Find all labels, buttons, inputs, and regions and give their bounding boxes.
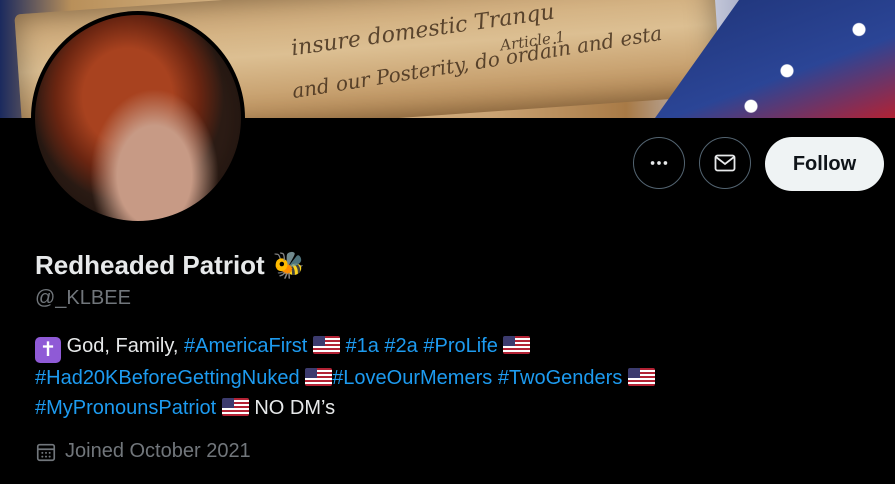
hashtag-link[interactable]: #MyPronounsPatriot [35, 397, 216, 419]
bee-emoji-icon: 🐝 [272, 250, 306, 280]
hashtag-link[interactable]: #2a [384, 335, 417, 357]
avatar-image [35, 15, 241, 221]
us-flag-icon [312, 336, 340, 354]
hashtag-link[interactable]: #LoveOurMemers [332, 367, 492, 389]
message-button[interactable] [699, 137, 751, 189]
avatar[interactable] [31, 11, 245, 225]
bio-line-2: #Had20KBeforeGettingNuked #LoveOurMemers… [35, 363, 875, 393]
calendar-icon [36, 443, 56, 461]
us-flag-icon [627, 368, 655, 386]
display-name-text: Redheaded Patriot [35, 250, 265, 280]
us-flag-icon [305, 368, 333, 386]
more-button[interactable] [633, 137, 685, 189]
joined-date: Joined October 2021 [35, 440, 251, 463]
user-handle: @_KLBEE [35, 287, 131, 309]
follow-button[interactable]: Follow [765, 137, 884, 191]
bio-line-3: #MyPronounsPatriot NO DM’s [35, 393, 875, 423]
cross-emoji-icon: ✝ [35, 337, 61, 363]
hashtag-link[interactable]: #Had20KBeforeGettingNuked [35, 367, 300, 389]
us-flag-icon [503, 336, 531, 354]
bio-line-1: ✝ God, Family, #AmericaFirst #1a #2a #Pr… [35, 331, 875, 363]
bio: ✝ God, Family, #AmericaFirst #1a #2a #Pr… [35, 331, 875, 423]
hashtag-link[interactable]: #AmericaFirst [184, 335, 307, 357]
hashtag-link[interactable]: #TwoGenders [498, 367, 623, 389]
us-flag-icon [221, 398, 249, 416]
more-horizontal-icon [650, 161, 668, 165]
bio-text: God, Family, [66, 335, 184, 357]
joined-text: Joined October 2021 [65, 440, 251, 462]
hashtag-link[interactable]: #1a [345, 335, 378, 357]
display-name: Redheaded Patriot 🐝 [35, 250, 305, 281]
envelope-icon [714, 154, 736, 172]
bio-text: NO DM’s [254, 397, 336, 419]
hashtag-link[interactable]: #ProLife [423, 335, 498, 357]
